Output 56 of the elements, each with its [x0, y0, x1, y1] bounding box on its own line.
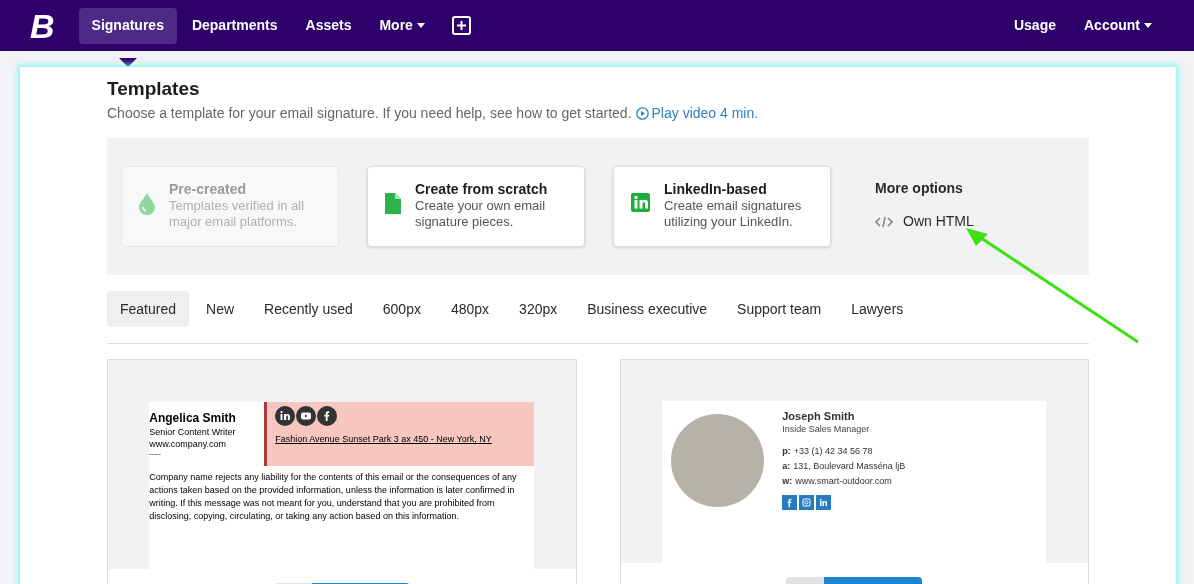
instagram-icon[interactable]	[799, 495, 815, 510]
signature-address[interactable]: Fashion Avenue Sunset Park 3 ax 450 - New York, NY	[275, 433, 535, 447]
nav-tab[interactable]: More	[366, 7, 438, 44]
more-options-title: More options	[875, 179, 964, 198]
play-video-link[interactable]: Play video 4 min.	[635, 103, 759, 124]
signature-disclaimer: Company name rejects any liability for the contents of this email or the consequences of any actions taken based on the provided information, unless the information is later confirmed in writing. If this message was not meant for you, understand that you are prohibited from disclosing, copying, circulating, or taking any action based on this information.	[149, 471, 518, 523]
template-card[interactable]: Joseph Smith Inside Sales Manager p: +33 (1) 42 34 56 78 a: 131, Boulevard Masséna ljB w: www.smart-outdoor.com	[619, 359, 1089, 584]
play-icon	[635, 107, 649, 120]
template-source-card[interactable]: LinkedIn-based Create email signatures utilizing your LinkedIn.	[613, 166, 831, 247]
card-title: Pre-created	[169, 180, 248, 198]
caret-icon	[416, 23, 425, 28]
filter-tab[interactable]: Support team	[724, 291, 835, 327]
template-source-card[interactable]: Create from scratch Create your own email signature pieces.	[367, 166, 585, 247]
card-description: Templates verified in all major email platforms.	[169, 198, 306, 230]
signature-name: Joseph Smith	[782, 409, 856, 423]
signature-website: www.company.com	[149, 438, 228, 450]
signature-name: Angelica Smith	[149, 411, 237, 426]
youtube-icon[interactable]	[296, 406, 317, 426]
card-description: Create your own email signature pieces.	[415, 198, 547, 230]
facebook-icon[interactable]	[317, 406, 338, 426]
filter-tab[interactable]: Recently used	[251, 291, 366, 327]
filter-tab[interactable]: Lawyers	[838, 291, 917, 327]
droplet-icon	[139, 193, 155, 215]
template-card[interactable]	[107, 359, 577, 584]
card-description: Create email signatures utilizing your LinkedIn.	[664, 198, 803, 230]
filter-tab[interactable]: 480px	[437, 291, 503, 327]
linkedin-icon[interactable]	[275, 406, 296, 426]
contact-label: p:	[782, 445, 791, 458]
signature-role: Senior Content Writer	[149, 426, 237, 438]
contact-value: +33 (1) 42 34 56 78	[793, 445, 873, 458]
signature-role: Inside Sales Manager	[782, 423, 871, 435]
nav-tab[interactable]: Assets	[292, 7, 365, 44]
nav-link[interactable]: Usage	[1001, 7, 1068, 44]
caret-icon	[1144, 23, 1152, 28]
nav-link[interactable]: Account	[1072, 7, 1164, 44]
card-title: LinkedIn-based	[664, 180, 768, 198]
nav-tab[interactable]: Departments	[178, 7, 291, 44]
nav-tab[interactable]: Signatures	[78, 7, 177, 44]
own-html-link[interactable]: Own HTML	[875, 211, 974, 232]
filter-tab[interactable]: New	[193, 291, 248, 327]
contact-label: w:	[782, 475, 793, 488]
page-title: Templates	[107, 77, 201, 101]
app-logo[interactable]: B	[30, 8, 55, 43]
filter-tab[interactable]: 600px	[369, 291, 434, 327]
contact-label: a:	[782, 460, 791, 473]
contact-value: www.smart-outdoor.com	[795, 475, 892, 488]
document-icon	[385, 193, 401, 214]
filter-tab[interactable]: 320px	[506, 291, 571, 327]
filter-tab[interactable]: Business executive	[574, 291, 721, 327]
code-icon	[875, 215, 893, 228]
filter-tab[interactable]: Featured	[107, 291, 190, 327]
contact-value: 131, Boulevard Masséna ljB	[793, 460, 906, 473]
page-subtitle: Choose a template for your email signature. If you need help, see how to get started.	[107, 104, 632, 123]
add-icon[interactable]	[451, 16, 471, 35]
card-title: Create from scratch	[415, 180, 549, 198]
linkedin-icon	[631, 193, 650, 212]
